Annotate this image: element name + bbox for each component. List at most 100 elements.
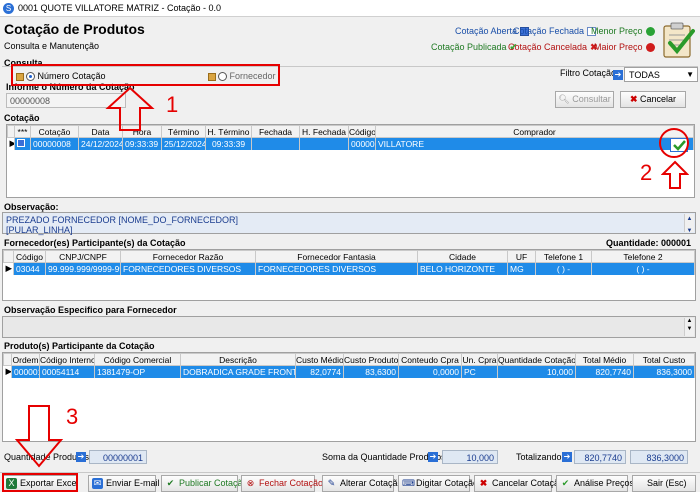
maior-preco-icon [645,43,655,53]
analise-precos-button[interactable]: ✔ Análise Preços [556,475,634,492]
filtro-label: Filtro Cotação: [560,68,619,78]
keyboard-icon: ⌨ [402,478,415,488]
col-header[interactable]: Total Custo [633,353,695,366]
col-header[interactable]: Fechada [251,125,300,138]
enviar-email-button[interactable]: ✉ Enviar E-mail [88,475,160,492]
produtos-label: Produto(s) Participante da Cotação [4,341,155,351]
cell-hora: 09:33:39 [122,137,162,150]
arrow-right-icon: ➔ [562,452,572,462]
status-aberta-icon [17,138,25,147]
page-title: Cotação de Produtos [4,21,145,37]
cell-codigo-comercial: 1381479-OP [94,365,181,378]
cell-total-custo: 836,3000 [633,365,695,378]
cell-fechada [251,137,300,150]
cell-codigo: 03044 [13,262,46,275]
col-header[interactable]: Custo Médio [295,353,344,366]
cancelar-cotacao-button[interactable]: ✖ Cancelar Cotação [474,475,564,492]
cell-h-termino: 09:33:39 [205,137,252,150]
legend-cotacao-fechada: Cotação Fechada [513,26,597,37]
col-header[interactable]: Descrição [180,353,296,366]
observacao-line: [PULAR_LINHA] [6,225,73,235]
filtro-cotacao-select[interactable]: TODAS ▼ [624,67,698,82]
cell-quantidade: 10,000 [497,365,576,378]
cancelar-button[interactable]: ✖ Cancelar [620,91,686,108]
chevron-down-icon: ▼ [686,70,694,79]
annotation-number-3: 3 [66,404,79,429]
col-header[interactable]: Ordem [11,353,40,366]
close-icon: ✖ [629,94,638,104]
clipboard-check-icon [663,22,695,58]
col-header[interactable]: Fornecedor Fantasia [255,250,418,263]
col-header[interactable]: Código [348,125,376,138]
total-medio-value: 820,7740 [574,450,626,464]
publicar-cotacao-button[interactable]: ✔ Publicar Cotação [161,475,248,492]
cell-codigo: 00000 [348,137,376,150]
row-pointer-icon: ▶ [3,262,14,275]
obs-fornecedor-label: Observação Especifico para Fornecedor [4,305,177,315]
col-header[interactable]: Custo Produto [343,353,399,366]
observacao-box[interactable]: PREZADO FORNECEDOR [NOME_DO_FORNECEDOR] … [2,212,696,235]
app-icon: S [3,3,14,14]
publish-icon: ✔ [166,478,175,488]
col-header[interactable]: Un. Cpra [461,353,498,366]
table-row[interactable]: ▶ 000001 00054114 1381479-OP DOBRADICA G… [3,365,695,378]
search-icon: 🔍︎ [558,94,570,104]
check-icon: ✔ [561,478,570,488]
col-header[interactable]: Fornecedor Razão [120,250,256,263]
digitar-cotacao-button[interactable]: ⌨ Digitar Cotação [398,475,478,492]
annotation-circle-select [659,128,689,158]
col-header[interactable]: Cotação [30,125,79,138]
scrollbar[interactable]: ▲ ▼ [684,214,694,234]
annotation-highlight-exportar [2,473,78,492]
col-header[interactable]: Código Interno [39,353,95,366]
col-header[interactable]: H. Fechada [299,125,349,138]
email-icon: ✉ [92,478,103,489]
legend-maior-preco: Maior Preço [594,42,655,53]
fornecedores-grid[interactable]: Código CNPJ/CNPF Fornecedor Razão Fornec… [2,249,696,301]
row-pointer-icon: ▶ [7,137,15,150]
table-row[interactable]: ▶ 00000008 24/12/2024 09:33:39 25/12/202… [7,137,694,150]
col-header: *** [14,125,31,138]
col-header[interactable]: H. Término [205,125,252,138]
alterar-cotacao-button[interactable]: ✎ Alterar Cotação [322,475,403,492]
obs-fornecedor-box[interactable]: ▲ ▼ [2,316,696,338]
window-titlebar: S 0001 QUOTE VILLATORE MATRIZ - Cotação … [0,0,700,17]
col-header[interactable]: CNPJ/CNPF [45,250,121,263]
cotacao-grid[interactable]: *** Cotação Data Hora Término H. Término… [6,124,695,198]
col-header[interactable]: Quantidade Cotação [497,353,576,366]
cell-cidade: BELO HORIZONTE [417,262,508,275]
cell-uf: MG [507,262,536,275]
status-swatch [14,137,31,150]
cell-ordem: 000001 [11,365,40,378]
arrow-right-icon: ➔ [76,452,86,462]
fechar-cotacao-button[interactable]: ⊗ Fechar Cotação [241,475,323,492]
col-header[interactable]: Conteudo Cpra [398,353,462,366]
page-subtitle: Consulta e Manutenção [4,41,100,51]
legend-menor-preco: Menor Preço [591,26,655,37]
col-header[interactable]: Telefone 2 [591,250,695,263]
col-header[interactable]: Total Médio [575,353,634,366]
scrollbar[interactable]: ▲ ▼ [684,318,694,336]
table-row[interactable]: ▶ 03044 99.999.999/9999-99 FORNECEDORES … [3,262,695,275]
annotation-number-1: 1 [166,92,179,117]
col-header[interactable]: UF [507,250,536,263]
row-pointer-icon: ▶ [3,365,12,378]
window-title: 0001 QUOTE VILLATORE MATRIZ - Cotação - … [18,3,222,13]
sair-button[interactable]: Sair (Esc) [632,475,696,492]
col-header[interactable]: Cidade [417,250,508,263]
fornecedores-label: Fornecedor(es) Participante(s) da Cotaçã… [4,238,186,248]
totalizando-label: Totalizando: [516,452,565,462]
col-header[interactable]: Comprador [375,125,694,138]
cell-razao: FORNECEDORES DIVERSOS [120,262,256,275]
col-header[interactable]: Término [161,125,206,138]
observacao-line: PREZADO FORNECEDOR [NOME_DO_FORNECEDOR] [6,215,239,225]
produtos-grid[interactable]: Ordem Código Interno Código Comercial De… [2,352,696,442]
col-header[interactable]: Telefone 1 [535,250,592,263]
page-header: Cotação de Produtos Consulta e Manutençã… [0,17,700,62]
col-header[interactable]: Código Comercial [94,353,181,366]
col-header[interactable]: Código [13,250,46,263]
menor-preco-icon [645,27,655,37]
consultar-button[interactable]: 🔍︎ Consultar [555,91,614,108]
fornecedores-header-row: Código CNPJ/CNPF Fornecedor Razão Fornec… [3,250,695,263]
observacao-label: Observação: [4,202,59,212]
